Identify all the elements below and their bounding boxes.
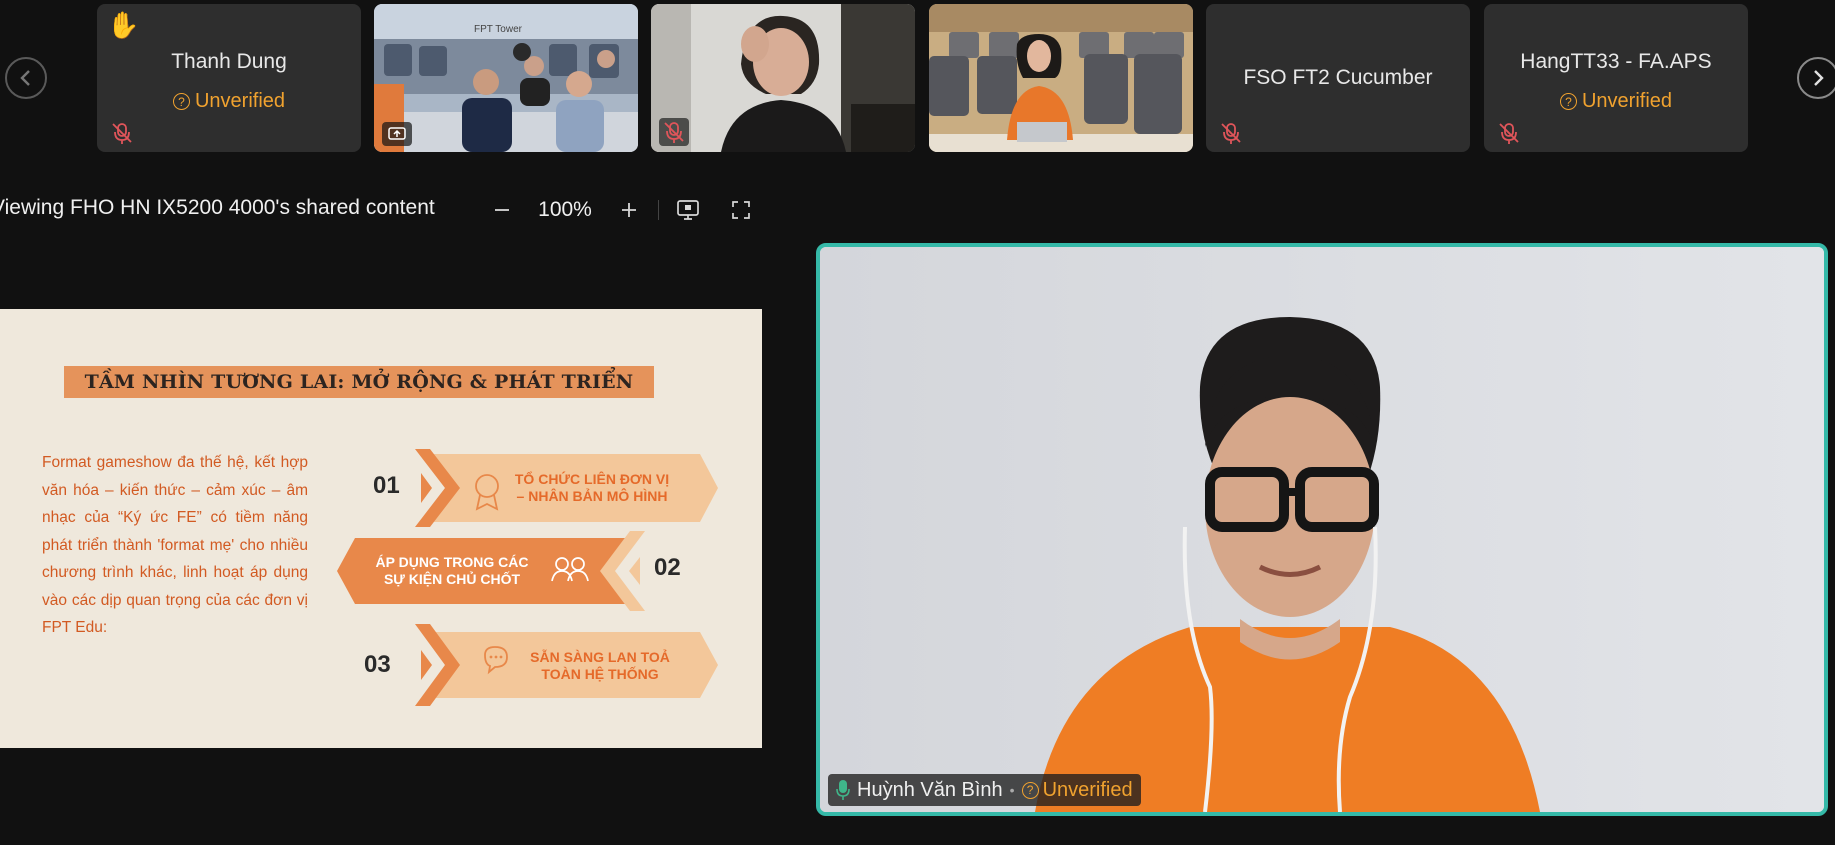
step-number: 03 [364, 651, 391, 678]
separator-dot: • [1009, 782, 1015, 798]
question-icon: ? [172, 93, 190, 110]
participant-tile[interactable] [651, 4, 915, 152]
speaker-video-frame [820, 247, 1824, 812]
zoom-out-button[interactable] [487, 190, 517, 230]
chevron-right-icon [1814, 70, 1824, 86]
share-control-bar: Viewing FHO HN IX5200 4000's shared cont… [0, 190, 800, 230]
participant-tile[interactable]: FSO FT2 Cucumber [1206, 4, 1470, 152]
plus-icon [622, 203, 636, 217]
active-speaker-video[interactable]: Huỳnh Văn Bình • ? Unverified [816, 243, 1828, 816]
participant-tile[interactable]: HangTT33 - FA.APS ? Unverified [1484, 4, 1748, 152]
participant-name: FSO FT2 Cucumber [1243, 66, 1433, 89]
monitor-icon [677, 200, 699, 220]
step-label-line1: SẴN SÀNG LAN TOẢ [530, 649, 670, 665]
share-title: Viewing FHO HN IX5200 4000's shared cont… [0, 196, 435, 219]
unverified-badge: ? Unverified [97, 90, 361, 113]
location-sign: FPT Tower [474, 24, 522, 35]
unverified-badge: ? Unverified [1484, 90, 1748, 113]
fullscreen-icon [732, 201, 750, 219]
question-icon: ? [1021, 781, 1039, 799]
unverified-badge: ? Unverified [1021, 778, 1133, 802]
zoom-level: 100% [538, 198, 592, 221]
participant-video [929, 4, 1193, 152]
mic-off-icon [664, 122, 684, 143]
mic-active-icon [836, 780, 850, 800]
speaker-name: Huỳnh Văn Bình [857, 778, 1003, 801]
mic-off-icon [112, 123, 132, 144]
unverified-label: Unverified [194, 90, 286, 112]
participant-tile[interactable] [929, 4, 1193, 152]
gallery-next-button[interactable] [1797, 57, 1835, 99]
participant-name: Thanh Dung [171, 50, 287, 73]
mic-off-icon [1221, 123, 1241, 144]
gallery-prev-button[interactable] [5, 57, 47, 99]
question-icon: ? [1559, 93, 1577, 110]
participant-video [651, 4, 915, 152]
chevron-left-icon [20, 70, 30, 86]
unverified-label: Unverified [1042, 778, 1133, 801]
display-options-button[interactable] [672, 190, 704, 230]
raised-hand-icon: ✋ [107, 10, 140, 40]
unverified-label: Unverified [1581, 90, 1673, 112]
share-screen-badge [382, 122, 412, 146]
fullscreen-button[interactable] [726, 190, 756, 230]
shared-slide: TẦM NHÌN TƯƠNG LAI: MỞ RỘNG & PHÁT TRIỂN… [0, 309, 762, 748]
participant-tile[interactable]: FPT Tower [374, 4, 638, 152]
mic-off-icon [1499, 123, 1519, 144]
participant-tile[interactable]: ✋ Thanh Dung ? Unverified [97, 4, 361, 152]
participant-name: HangTT33 - FA.APS [1520, 50, 1712, 73]
minus-icon [495, 209, 509, 211]
step-label-line2: TOÀN HỆ THỐNG [541, 666, 659, 682]
speaker-name-tag: Huỳnh Văn Bình • ? Unverified [828, 774, 1141, 806]
screen-share-icon [388, 127, 406, 140]
divider [658, 200, 659, 220]
zoom-in-button[interactable] [614, 190, 644, 230]
